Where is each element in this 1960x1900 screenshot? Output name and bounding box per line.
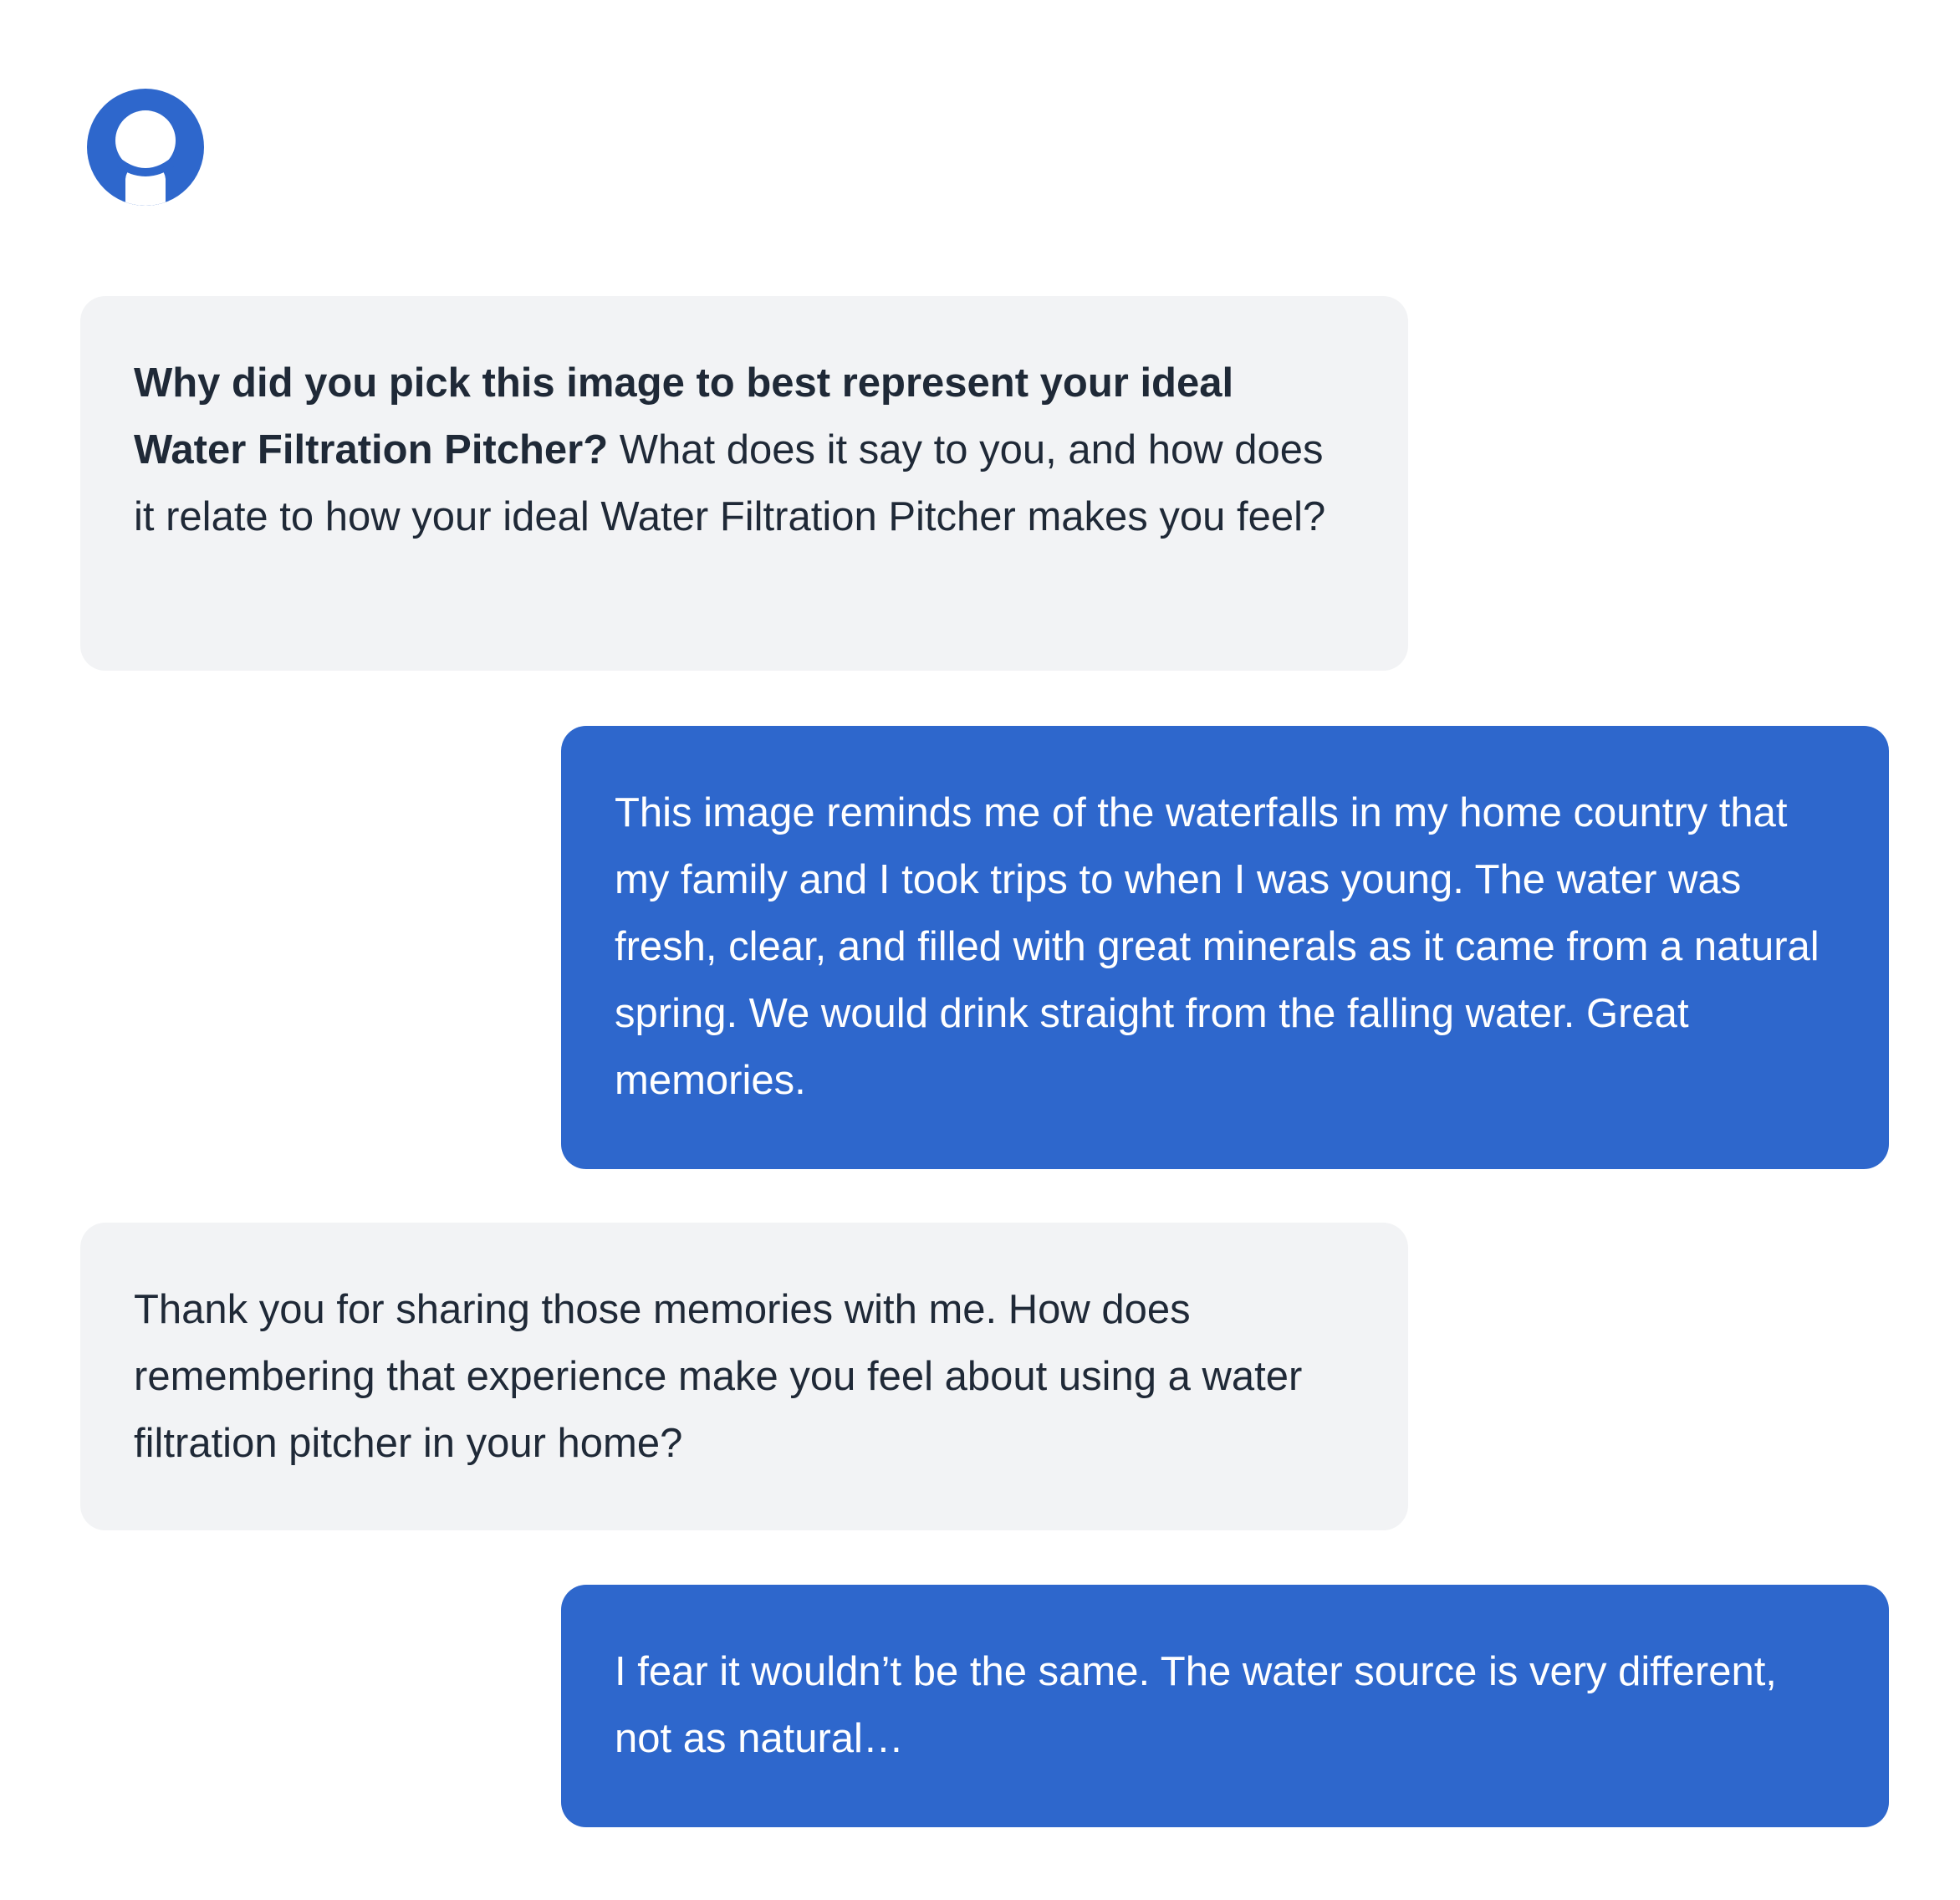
user-message: This image reminds me of the waterfalls … xyxy=(561,726,1889,1169)
message-text: Thank you for sharing those memories wit… xyxy=(134,1287,1303,1466)
message-text: I fear it wouldn’t be the same. The wate… xyxy=(615,1649,1777,1761)
bot-message: Why did you pick this image to best repr… xyxy=(80,296,1408,671)
message-text: This image reminds me of the waterfalls … xyxy=(615,790,1820,1103)
user-message: I fear it wouldn’t be the same. The wate… xyxy=(561,1585,1889,1827)
person-avatar-icon xyxy=(87,89,204,206)
avatar xyxy=(87,89,204,206)
bot-message: Thank you for sharing those memories wit… xyxy=(80,1223,1408,1530)
